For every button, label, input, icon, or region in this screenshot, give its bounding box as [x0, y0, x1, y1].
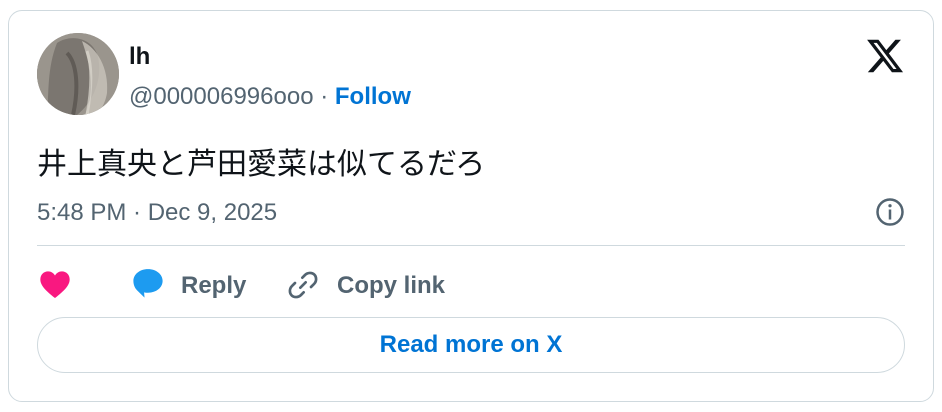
tweet-text: 井上真央と芦田愛菜は似てるだろ [37, 147, 486, 182]
copy-link-label[interactable]: Copy link [337, 272, 445, 300]
tweet-embed-card: lh @000006996ooo · Follow 井上真央と芦田愛菜は似てるだ… [8, 10, 934, 402]
avatar-image [37, 33, 119, 115]
divider [37, 245, 905, 246]
tweet-timestamp[interactable]: 5:48 PM · Dec 9, 2025 [37, 199, 277, 227]
link-icon [288, 271, 318, 299]
avatar[interactable] [37, 33, 119, 115]
heart-icon[interactable] [39, 269, 71, 299]
reply-label[interactable]: Reply [181, 272, 246, 300]
info-icon[interactable] [875, 197, 905, 227]
reply-icon [133, 269, 163, 298]
author-handle-row: @000006996ooo · Follow [129, 83, 411, 111]
author-handle[interactable]: @000006996ooo [129, 83, 314, 110]
separator-dot: · [320, 83, 329, 110]
x-logo-icon[interactable] [865, 36, 905, 76]
follow-button[interactable]: Follow [335, 83, 411, 110]
author-display-name[interactable]: lh [129, 43, 150, 71]
read-more-on-x-button[interactable]: Read more on X [37, 317, 905, 373]
